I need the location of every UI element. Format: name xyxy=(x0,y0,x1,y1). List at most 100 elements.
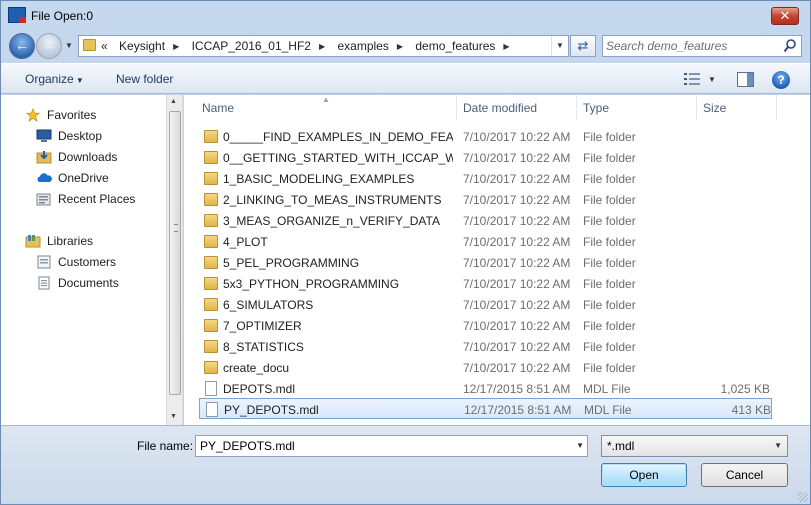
file-name-input[interactable] xyxy=(200,438,560,454)
file-type-cell: File folder xyxy=(583,298,636,312)
chevron-down-icon: ▼ xyxy=(774,441,782,450)
back-button[interactable]: ← xyxy=(9,33,35,59)
file-name-cell: 1_BASIC_MODELING_EXAMPLES xyxy=(223,172,415,186)
file-type-cell: File folder xyxy=(583,319,636,333)
resize-grip-icon[interactable] xyxy=(798,492,808,502)
address-bar[interactable]: « Keysight ▶ ICCAP_2016_01_HF2 ▶ examples ▶… xyxy=(78,35,569,57)
folder-icon xyxy=(204,340,218,353)
nav-recent-places-label: Recent Places xyxy=(58,192,136,206)
help-button[interactable]: ? xyxy=(772,71,790,89)
file-type-cell: MDL File xyxy=(583,382,631,396)
file-row[interactable]: 5x3_PYTHON_PROGRAMMING 7/10/2017 10:22 AM… xyxy=(199,273,772,294)
file-name-cell: 8_STATISTICS xyxy=(223,340,304,354)
forward-button[interactable]: → xyxy=(36,33,62,59)
file-row[interactable]: 6_SIMULATORS 7/10/2017 10:22 AM File folde… xyxy=(199,294,772,315)
folder-icon xyxy=(204,172,218,185)
file-row[interactable]: 7_OPTIMIZER 7/10/2017 10:22 AM File folder xyxy=(199,315,772,336)
file-row[interactable]: 3_MEAS_ORGANIZE_n_VERIFY_DATA 7/10/2017 1… xyxy=(199,210,772,231)
file-date-cell: 7/10/2017 10:22 AM xyxy=(463,235,571,249)
new-folder-button[interactable]: New folder xyxy=(116,72,173,86)
column-header-date[interactable]: Date modified xyxy=(457,95,577,120)
star-icon xyxy=(25,108,41,122)
folder-icon xyxy=(204,151,218,164)
title-bar: File Open:0 ✕ xyxy=(1,1,810,31)
chevron-down-icon[interactable]: ▼ xyxy=(576,441,584,450)
file-name-cell: 0__GETTING_STARTED_WITH_ICCAP_WI... xyxy=(223,151,453,165)
view-options-dropdown[interactable]: ▼ xyxy=(708,75,716,84)
open-button[interactable]: Open xyxy=(601,463,687,487)
recent-places-icon xyxy=(36,193,51,206)
cancel-button[interactable]: Cancel xyxy=(701,463,788,487)
file-date-cell: 7/10/2017 10:22 AM xyxy=(463,361,571,375)
breadcrumb-demo-features[interactable]: demo_features xyxy=(415,39,495,53)
folder-icon xyxy=(204,256,218,269)
library-icon xyxy=(37,255,51,269)
file-row[interactable]: 2_LINKING_TO_MEAS_INSTRUMENTS 7/10/2017 1… xyxy=(199,189,772,210)
file-date-cell: 7/10/2017 10:22 AM xyxy=(463,130,571,144)
file-date-cell: 7/10/2017 10:22 AM xyxy=(463,298,571,312)
file-type-cell: MDL File xyxy=(584,403,632,417)
navigation-scrollbar[interactable]: ▲ ▼ xyxy=(166,95,182,425)
file-row[interactable]: 0__GETTING_STARTED_WITH_ICCAP_WI... 7/10/… xyxy=(199,147,772,168)
file-type-select[interactable]: *.mdl ▼ xyxy=(601,435,788,457)
nav-customers-label: Customers xyxy=(58,255,117,269)
file-type-cell: File folder xyxy=(583,214,636,228)
file-date-cell: 7/10/2017 10:22 AM xyxy=(463,319,571,333)
file-date-cell: 7/10/2017 10:22 AM xyxy=(463,193,571,207)
file-type-cell: File folder xyxy=(583,235,636,249)
file-name-cell: 3_MEAS_ORGANIZE_n_VERIFY_DATA xyxy=(223,214,440,228)
navigation-pane: Favorites Desktop Downloads OneDrive Rec… xyxy=(1,95,183,425)
file-row[interactable]: DEPOTS.mdl 12/17/2015 8:51 AM MDL File 1,02… xyxy=(199,378,772,399)
column-header-name[interactable]: Name xyxy=(184,95,457,120)
address-history-dropdown[interactable]: ▼ xyxy=(551,36,568,56)
file-row[interactable]: PY_DEPOTS.mdl 12/17/2015 8:51 AM MDL File 4… xyxy=(199,398,772,419)
file-name-cell: PY_DEPOTS.mdl xyxy=(224,403,319,417)
refresh-button[interactable]: ⇄ xyxy=(570,35,596,57)
file-date-cell: 7/10/2017 10:22 AM xyxy=(463,340,571,354)
file-row[interactable]: 4_PLOT 7/10/2017 10:22 AM File folder xyxy=(199,231,772,252)
file-type-cell: File folder xyxy=(583,130,636,144)
file-name-cell: 5_PEL_PROGRAMMING xyxy=(223,256,360,270)
breadcrumb-examples[interactable]: examples xyxy=(337,39,388,53)
scroll-down-arrow-icon[interactable]: ▼ xyxy=(170,413,177,420)
chevron-right-icon[interactable]: ▶ xyxy=(173,42,179,51)
file-row[interactable]: 0_____FIND_EXAMPLES_IN_DEMO_FEAT... 7/10/… xyxy=(199,126,772,147)
scroll-up-arrow-icon[interactable]: ▲ xyxy=(170,98,177,105)
file-name-cell: 0_____FIND_EXAMPLES_IN_DEMO_FEAT... xyxy=(223,130,453,144)
file-row[interactable]: 8_STATISTICS 7/10/2017 10:22 AM File folde… xyxy=(199,336,772,357)
scrollbar-thumb[interactable] xyxy=(169,111,181,395)
breadcrumb-overflow[interactable]: « xyxy=(101,39,108,53)
recent-pages-dropdown[interactable]: ▼ xyxy=(65,41,73,50)
file-name-cell: DEPOTS.mdl xyxy=(223,382,296,396)
preview-pane-icon[interactable] xyxy=(737,72,754,87)
organize-menu[interactable]: Organize xyxy=(25,72,84,86)
file-name-combobox[interactable]: ▼ xyxy=(195,435,588,457)
chevron-right-icon[interactable]: ▶ xyxy=(397,42,403,51)
close-button[interactable]: ✕ xyxy=(771,7,799,25)
column-header-type[interactable]: Type xyxy=(577,95,697,120)
chevron-right-icon[interactable]: ▶ xyxy=(319,42,325,51)
dialog-footer: File name: ▼ *.mdl ▼ Open Cancel xyxy=(1,425,810,504)
folder-icon xyxy=(204,361,218,374)
documents-icon xyxy=(38,276,50,290)
file-type-cell: File folder xyxy=(583,277,636,291)
file-date-cell: 12/17/2015 8:51 AM xyxy=(463,382,571,396)
folder-icon xyxy=(204,130,218,143)
search-icon[interactable] xyxy=(783,38,797,54)
breadcrumb-keysight[interactable]: Keysight xyxy=(119,39,165,53)
chevron-right-icon[interactable]: ▶ xyxy=(503,42,509,51)
search-input[interactable] xyxy=(606,38,782,54)
change-view-icon[interactable] xyxy=(684,72,700,86)
breadcrumb-iccap[interactable]: ICCAP_2016_01_HF2 xyxy=(192,39,311,53)
file-name-cell: 2_LINKING_TO_MEAS_INSTRUMENTS xyxy=(223,193,442,207)
file-row[interactable]: create_docu 7/10/2017 10:22 AM File folder xyxy=(199,357,772,378)
file-icon xyxy=(205,381,217,396)
nav-downloads-label: Downloads xyxy=(58,150,118,164)
file-row[interactable]: 5_PEL_PROGRAMMING 7/10/2017 10:22 AM File … xyxy=(199,252,772,273)
search-box[interactable] xyxy=(602,35,802,57)
file-date-cell: 7/10/2017 10:22 AM xyxy=(463,256,571,270)
file-date-cell: 7/10/2017 10:22 AM xyxy=(463,172,571,186)
nav-libraries-label: Libraries xyxy=(47,234,94,248)
column-header-size[interactable]: Size xyxy=(697,95,777,120)
file-row[interactable]: 1_BASIC_MODELING_EXAMPLES 7/10/2017 10:22… xyxy=(199,168,772,189)
